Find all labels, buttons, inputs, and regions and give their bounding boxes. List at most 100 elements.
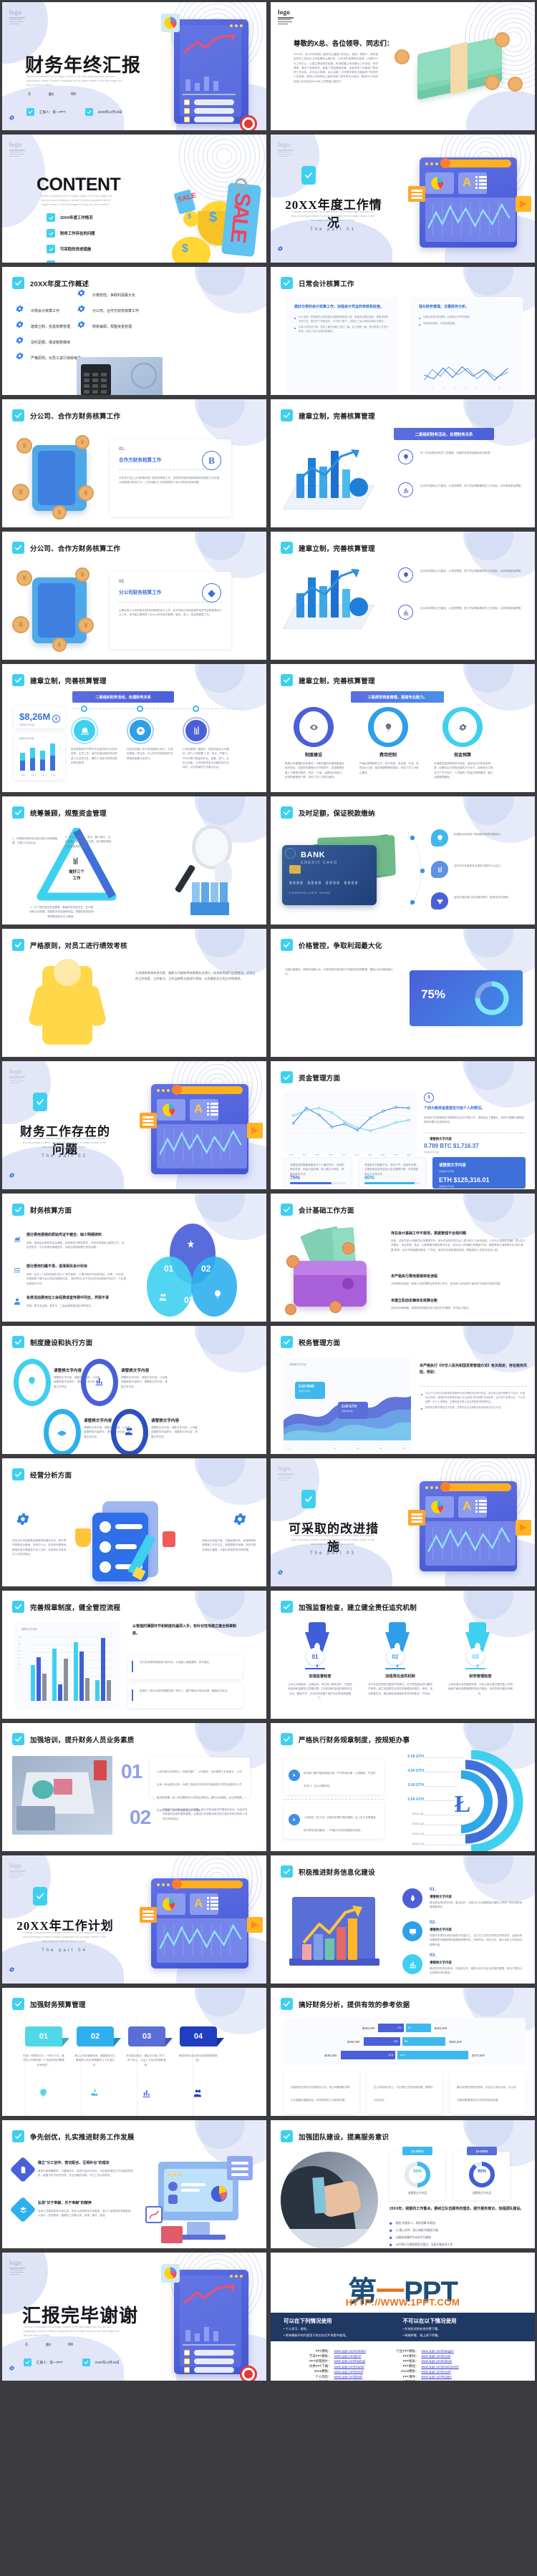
slide[interactable]: logo 20XX年度工作情况 Chinese companies will n… [268,132,537,265]
slide[interactable]: 20XX年度工作概述 日常会计核算工作 建章立制，完善核算管理 及时足额，保证税… [0,265,268,397]
check-icon [281,1601,293,1613]
slide[interactable]: 完善规章制度，健全管控流程 替换文字内容 4.5 4 3.5 3 2.5 2 1.5 1 0.5… [0,1589,268,1721]
slide[interactable]: 争先创优，扎实推进财务工作发展 确立"分工协作、密切配合、互相补台"的理念 要求… [0,2118,268,2250]
x-tick: 2028 [341,1154,346,1156]
checklist-illustration [71,1497,191,1583]
link-url[interactable]: www.1ppt.com/xiazai/ [334,2364,375,2369]
section-subtitle-en: Chinese companies will no longer remain … [291,1534,374,1546]
slide[interactable]: 积极推进财务信息化建设 01. 请替换文字内容 要点提出两位的时间，重点运作、对… [268,1853,537,1986]
slide-header: 搞好财务分析，提供有效的参考依据 [281,1998,410,2010]
mic-icon [27,92,32,97]
slide[interactable]: logo 尊敬的X总、各位领导、同志们： 20XX年，在公司领导和上级有关主管部… [268,0,537,132]
biz-right-text: 经营分析质量不高，月度经营分析，经营预测和测算等工作不扎实，数据把握不准确，财务… [202,1539,256,1551]
slide[interactable]: 加强培训，提升财务人员业务素质 01 公司经营业务将庞大，经营范围广，公司服务，… [0,1721,268,1853]
can-title: 可以在下列情况使用 [284,2318,332,2324]
slide[interactable]: 搞好财务分析，提供有效的参考依据 $250,000 4% 4% $250,000… [268,1986,537,2118]
bank-item-text: 积极配合税务部门使用新的税收申报软件。 [454,833,503,836]
money-stack-illustration [395,32,523,108]
link-url[interactable]: www.1ppt.com/moban/ [334,2348,375,2353]
bar-right: 14% [397,2051,469,2059]
budget-body: 在实施过程中，通过多方面上的了，查下而上，以及上下结合的通知规则。 [126,2054,168,2067]
slide[interactable]: 第一PPT HTTP://WWW.1PPT.COM 可以在下列情况使用 ▪ 个人… [268,2250,537,2383]
link-label: PPT背景图片： [309,2358,332,2363]
coin-safe-illustration: ¥ ¥ ¥ ¥ ¥ [12,434,105,527]
link-row: PPT图表： www.1ppt.com/tubiao/ [394,2358,459,2363]
slide-header: 争先创优，扎实推进财务工作发展 [12,2130,135,2142]
slide[interactable]: logo CONTENT Chinese companies will no l… [0,132,268,265]
link-url[interactable]: www.1ppt.com/shiti/ [421,2379,458,2381]
info-circle [402,1888,422,1908]
slide[interactable]: logo 可采取的改进措施 Chinese companies will no … [268,1456,537,1589]
slide[interactable]: 资金管理方面 2020 2022 2024 2026 2028 2030 2032 2034 2… [268,1059,537,1191]
content-item[interactable]: 财务工作存在的问题 [47,229,95,238]
slide[interactable]: 统筹兼顾，规整资金管理 做好三个 工作 1、对预算的现有收支部分集中的统筹管理，开… [0,794,268,927]
content-item[interactable]: 可采取的改进措施 [47,245,91,253]
slide-title: 加强监督检查，建立健全责任追究机制 [299,1604,417,1612]
team-bullet-text: 以精益求精的专业技术为基础 [395,2236,431,2239]
slide[interactable]: logo 财务工作存在的问题 Chinese companies will no… [0,1059,268,1191]
slide[interactable]: 严格原则，对员工进行绩效考核 公司绩效考核有关内容，按照公司绩效考核管理办法进行… [0,927,268,1059]
slide[interactable]: 建章立制，完善核算管理 三是规范资金管理，提高专业能力。 制度建设 根据公司管理… [268,662,537,794]
kpi-circle [128,718,153,743]
slide[interactable]: 分公司、合作方财务核算工作 ¥ ¥ ¥ ¥ ¥ 01. 合作方财务核算工作 半年… [0,397,268,530]
slide[interactable]: 及时足额，保证税款缴纳 BANK CREDIT CARD 0000 0000 0… [268,794,537,927]
ethereum-badge: ◆ [202,583,221,602]
slide[interactable]: 制度建设和执行方面 请替换文字内容 请替换文本内容，请复文本内容，公司直接替换的… [0,1324,268,1456]
slide[interactable]: 加强财务预算管理 01 形成一体预算方式，一种分方式，最终在公司预用统一个全面有… [0,1986,268,2118]
link-url[interactable]: www.1ppt.com/jianli/ [334,2374,375,2379]
venn-heading: 部分费用归属不清，混淆相关会计科目 [26,1264,88,1269]
check-icon [12,542,24,554]
link-url[interactable]: www.1ppt.com/excel/ [421,2369,458,2374]
litecoin-card: 财务部门要严格按制度办事，严守财经纪律，认真履职，严控财务关口，给公司管好家。 [284,1759,384,1795]
slide[interactable]: 价格管控，争取利润最大化 加强价格管控，争取利润最大化，对各项成本费用进行严格的… [268,927,537,1059]
cannot-title: 不可以在以下情况使用 [402,2318,457,2324]
slide[interactable]: 加强团队建设，提高服务意识 11-20XX 50% 请替换文字内容 12-20X… [268,2118,537,2250]
slide[interactable]: 会计基础工作方面 存在会计基础工作不规范，票据管理不合规问题 例如：过账凭证XX… [268,1191,537,1324]
link-url[interactable]: www.1ppt.com/sucai/ [421,2353,458,2358]
slide[interactable]: 严格执行财务规章制度，按规矩办事 财务部门要严格按制度办事，严守财经纪律，认真履… [268,1721,537,1853]
slide[interactable]: 经营分析方面 成本分析未按照具体核算项目展开分析，数字罗列现象较为普遍，没有切入… [0,1456,268,1589]
content-item[interactable]: 20XX年工作计划 [47,260,89,263]
check-icon [301,1490,316,1508]
price-body: 加强价格管控，争取利润最大化，对各项成本费用进行严格的控制和管理，确保公司利润的… [285,968,393,976]
link-label: 优秀PPT下载： [309,2364,332,2368]
link-url[interactable]: www.1ppt.com/jieri/ [334,2353,375,2358]
pct-card-value: 75% [290,1176,301,1181]
slide[interactable]: logo 20XX年工作计划 Chinese companies will no… [0,1853,268,1986]
link-url[interactable]: www.1ppt.com/word/ [334,2369,375,2374]
gear-icon [16,352,24,360]
decor-corner-blob [463,1988,513,2016]
content-subtitle-en: Chinese companies will no longer remain … [39,195,112,206]
card-heading: 做好日常的会计核算工作，加强会计凭证的审核和检查。 [294,305,384,309]
kpi-bar [20,753,25,771]
slide[interactable]: 分公司、合作方财务核算工作 ¥ ¥ ¥ ¥ ¥ 02. 分公司财务核算工作 主要… [0,530,268,662]
bitcoin-badge: B [202,451,221,470]
budget-tab: 04 [180,2026,217,2046]
slide[interactable]: 日常会计核算工作 做好日常的会计核算工作，加强会计凭证的审核和检查。 为公司的一… [268,265,537,397]
info-body: 通过财务信息化推动，可费用又改，推算公司可对企业的核的管理，强化于提加以实现预的… [430,1967,523,1975]
slide[interactable]: 建章立制，完善核算管理 二是组织财务活动，处理财务关系 进一步加强财务和员工的管… [268,397,537,530]
ring-card-body: 请替换文本内容，请复文本内容，公司直接替换的内容即可，请替换文本内容，请复文本内… [121,1376,168,1388]
slide[interactable]: logo 财务年终汇报 Chinese companies will no lo… [0,0,268,132]
link-label: PPT教程： [402,2364,419,2368]
slide[interactable]: 建章立制，完善核算管理 二是组织财务活动，处理财务关系 $8,26M 请替换文字… [0,662,268,794]
info-number: 01. [430,1887,436,1892]
credit-card-illustration: BANK CREDIT CARD 0000 0000 0000 0000 CAR… [281,834,402,911]
slide[interactable]: logo 汇报完毕谢谢 Chinese companies will no lo… [0,2250,268,2383]
link-url[interactable]: www.1ppt.com/powerpoint/ [421,2364,458,2369]
analysis-chart-card: $250,000 4% 4% $250,000 $250,000 8% 8% $… [284,2018,526,2065]
slide[interactable]: 建章立制，完善核算管理 加大财务基础工作建设，从规范票据、修订凭证等最基础的工作… [268,530,537,662]
content-item[interactable]: 20XX年度工作情况 [47,213,93,222]
slide[interactable]: 税务管理方面 请替换文字内容 3.50 BNB 替换文字内容 2.00 ETH … [268,1324,537,1456]
link-url[interactable]: www.1ppt.com/hangye/ [421,2348,458,2353]
check-icon [24,2358,32,2366]
link-url[interactable]: www.1ppt.com/shouchaobao/ [334,2379,375,2381]
slide[interactable]: 加强监督检查，建立健全责任追究机制 01 加强监督检查 公司认为制度机，加强检查… [268,1589,537,1721]
decor-corner-blob [463,1326,513,1355]
x-tick: 2032 [367,1154,372,1156]
slide[interactable]: 财务核算方面 部分费用报销的原始凭证不健全，缺少明细资料 例如：报销会议费时的会… [0,1191,268,1324]
link-url[interactable]: www.1ppt.com/tubiao/ [421,2358,458,2363]
slide-subtitle-en: Chinese companies will no longer remain … [24,2326,120,2337]
link-url[interactable]: www.1ppt.com/beijing/ [334,2358,375,2363]
link-url[interactable]: www.1ppt.com/kejian/ [421,2374,458,2379]
